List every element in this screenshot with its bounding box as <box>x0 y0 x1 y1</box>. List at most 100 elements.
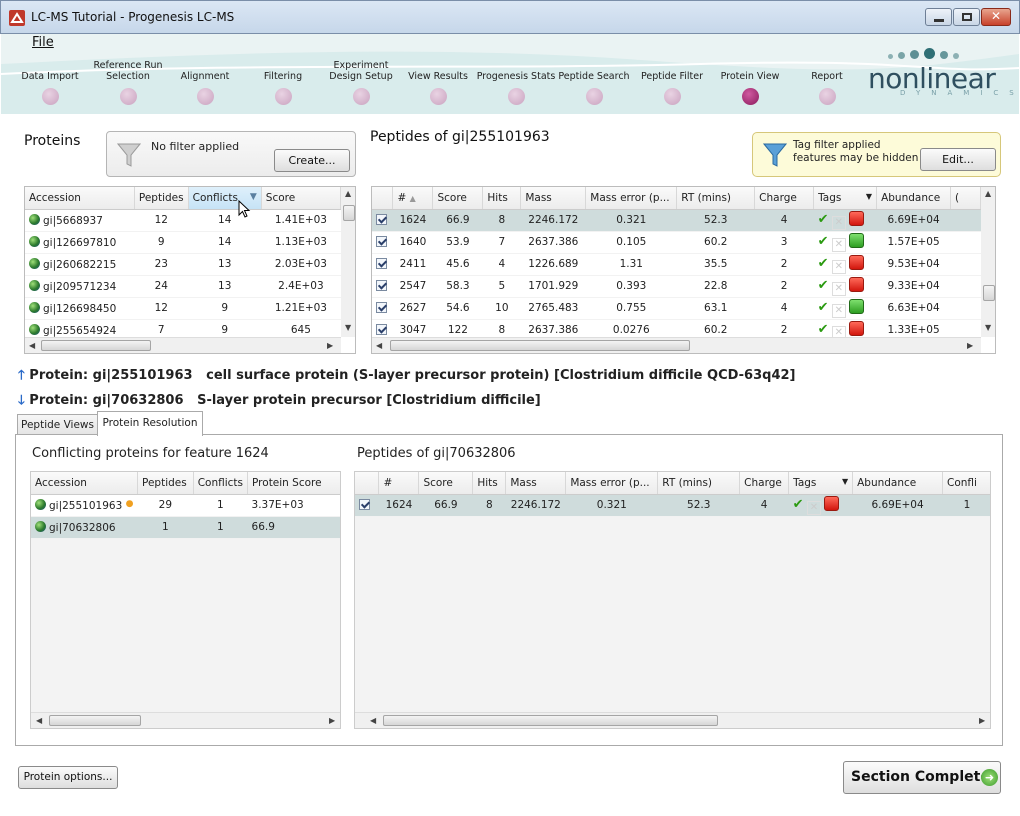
row-checkbox[interactable] <box>359 498 370 510</box>
next-protein-link[interactable]: 🡓 Protein: gi|70632806 S-layer protein p… <box>18 391 541 413</box>
workflow-step-dot[interactable] <box>353 88 370 105</box>
col-score[interactable]: Score <box>261 187 342 210</box>
file-menu[interactable]: File <box>32 35 54 50</box>
check-icon[interactable]: ✔ <box>818 322 829 337</box>
col-tags[interactable]: Tags ▼ <box>813 187 878 210</box>
table-row[interactable]: gi|70632806 1 1 66.9 <box>31 516 340 539</box>
workflow-step-3[interactable]: Filtering <box>238 71 328 82</box>
workflow-step-dot[interactable] <box>197 88 214 105</box>
row-checkbox[interactable] <box>376 213 387 225</box>
workflow-step-dot[interactable] <box>819 88 836 105</box>
col-charge[interactable]: Charge <box>739 472 790 495</box>
minimize-button[interactable] <box>925 8 952 26</box>
workflow-step-8[interactable]: Peptide Filter <box>627 71 717 82</box>
col-mass[interactable]: Mass <box>505 472 567 495</box>
red-tag-icon[interactable] <box>849 320 865 336</box>
col-score[interactable]: Score <box>418 472 474 495</box>
green-tag-icon[interactable] <box>849 232 865 248</box>
col-extra[interactable]: ( <box>950 187 981 210</box>
workflow-step-dot[interactable] <box>586 88 603 105</box>
table-row[interactable]: 1624 66.9 8 2246.172 0.321 52.3 4 ✔ ✕ 6.69E+04 1 <box>355 494 990 517</box>
workflow-step-7[interactable]: Peptide Search <box>549 71 639 82</box>
check-icon[interactable]: ✔ <box>818 234 829 249</box>
col-mass-error[interactable]: Mass error (p... <box>585 187 678 210</box>
cross-icon[interactable]: ✕ <box>831 281 846 296</box>
workflow-step-0[interactable]: Data Import <box>5 71 95 82</box>
cross-icon[interactable]: ✕ <box>831 215 846 230</box>
col-mass[interactable]: Mass <box>520 187 587 210</box>
workflow-step-dot[interactable] <box>275 88 292 105</box>
check-icon[interactable]: ✔ <box>818 300 829 315</box>
col-accession[interactable]: Accession <box>25 187 135 210</box>
workflow-step-4[interactable]: Experiment Design Setup <box>326 60 396 82</box>
col-peptides[interactable]: Peptides <box>137 472 194 495</box>
check-icon[interactable]: ✔ <box>793 497 804 512</box>
check-icon[interactable]: ✔ <box>818 212 829 227</box>
table-row[interactable]: gi|5668937 12 14 1.41E+03 <box>25 209 341 232</box>
cross-icon[interactable]: ✕ <box>831 259 846 274</box>
row-checkbox[interactable] <box>376 257 387 269</box>
table-row[interactable]: 1640 53.9 7 2637.386 0.105 60.2 3 ✔ ✕ 1.57E+05 <box>372 231 981 254</box>
col-protein-score[interactable]: Protein Score <box>247 472 340 495</box>
cross-icon[interactable]: ✕ <box>806 500 821 515</box>
red-tag-icon[interactable] <box>849 210 865 226</box>
col-accession[interactable]: Accession <box>31 472 138 495</box>
red-tag-icon[interactable] <box>849 254 865 270</box>
red-tag-icon[interactable] <box>824 495 840 511</box>
workflow-step-dot[interactable] <box>120 88 137 105</box>
table-row[interactable]: gi|209571234 24 13 2.4E+03 <box>25 275 341 298</box>
cross-icon[interactable]: ✕ <box>831 237 846 252</box>
workflow-step-dot[interactable] <box>742 88 759 105</box>
col-peptides[interactable]: Peptides <box>134 187 189 210</box>
workflow-step-dot[interactable] <box>508 88 525 105</box>
workflow-step-dot[interactable] <box>430 88 447 105</box>
workflow-step-dot[interactable] <box>664 88 681 105</box>
workflow-step-6[interactable]: Progenesis Stats <box>471 71 561 82</box>
col-rt[interactable]: RT (mins) <box>676 187 756 210</box>
table-row[interactable]: gi|260682215 23 13 2.03E+03 <box>25 253 341 276</box>
col-hits[interactable]: Hits <box>472 472 507 495</box>
row-checkbox[interactable] <box>376 279 387 291</box>
row-checkbox[interactable] <box>376 301 387 313</box>
row-checkbox[interactable] <box>376 323 387 335</box>
check-icon[interactable]: ✔ <box>818 256 829 271</box>
col-score[interactable]: Score <box>432 187 484 210</box>
workflow-step-5[interactable]: View Results <box>393 71 483 82</box>
tab-protein-resolution[interactable]: Protein Resolution <box>97 411 203 436</box>
col-conflicts[interactable]: Conflicts <box>193 472 249 495</box>
create-filter-button[interactable]: Create... <box>274 149 350 172</box>
peptides-vscrollbar[interactable]: ▲ ▼ <box>981 187 995 337</box>
check-icon[interactable]: ✔ <box>818 278 829 293</box>
col-conflicts[interactable]: Confli <box>942 472 990 495</box>
red-tag-icon[interactable] <box>849 276 865 292</box>
col-tags[interactable]: Tags ▼ <box>788 472 854 495</box>
col-abundance[interactable]: Abundance <box>852 472 943 495</box>
cross-icon[interactable]: ✕ <box>831 303 846 318</box>
col-charge[interactable]: Charge <box>754 187 815 210</box>
workflow-step-dot[interactable] <box>42 88 59 105</box>
edit-tag-filter-button[interactable]: Edit... <box>920 148 996 171</box>
maximize-button[interactable] <box>953 8 980 26</box>
workflow-step-10[interactable]: Report <box>782 71 872 82</box>
table-row[interactable]: 2411 45.6 4 1226.689 1.31 35.5 2 ✔ ✕ 9.53E+04 <box>372 253 981 276</box>
table-row[interactable]: gi|126698450 12 9 1.21E+03 <box>25 297 341 320</box>
table-row[interactable]: 2627 54.6 10 2765.483 0.755 63.1 4 ✔ ✕ 6.63E+04 <box>372 297 981 320</box>
col-mass-error[interactable]: Mass error (p... <box>565 472 659 495</box>
prev-protein-link[interactable]: 🡑 Protein: gi|255101963 cell surface pro… <box>18 366 795 388</box>
close-button[interactable]: ✕ <box>981 8 1011 26</box>
tab-peptide-views[interactable]: Peptide Views <box>17 414 98 435</box>
workflow-step-1[interactable]: Reference Run Selection <box>93 60 163 82</box>
table-row[interactable]: gi|126697810 9 14 1.13E+03 <box>25 231 341 254</box>
col-number[interactable]: # <box>378 472 420 495</box>
col-hits[interactable]: Hits <box>482 187 522 210</box>
conflicting-hscrollbar[interactable]: ◀ ▶ <box>31 712 340 728</box>
table-row[interactable]: 1624 66.9 8 2246.172 0.321 52.3 4 ✔ ✕ 6.69E+04 <box>372 209 981 232</box>
section-complete-button[interactable]: Section Complete ➜ <box>843 761 1001 794</box>
proteins-vscrollbar[interactable]: ▲ ▼ <box>341 187 355 337</box>
col-number[interactable]: # ▲ <box>392 187 434 210</box>
peptides-bottom-hscrollbar[interactable]: ◀ ▶ <box>355 712 990 728</box>
col-abundance[interactable]: Abundance <box>876 187 952 210</box>
protein-options-button[interactable]: Protein options... <box>18 766 118 789</box>
table-row[interactable]: 2547 58.3 5 1701.929 0.393 22.8 2 ✔ ✕ 9.33E+04 <box>372 275 981 298</box>
row-checkbox[interactable] <box>376 235 387 247</box>
